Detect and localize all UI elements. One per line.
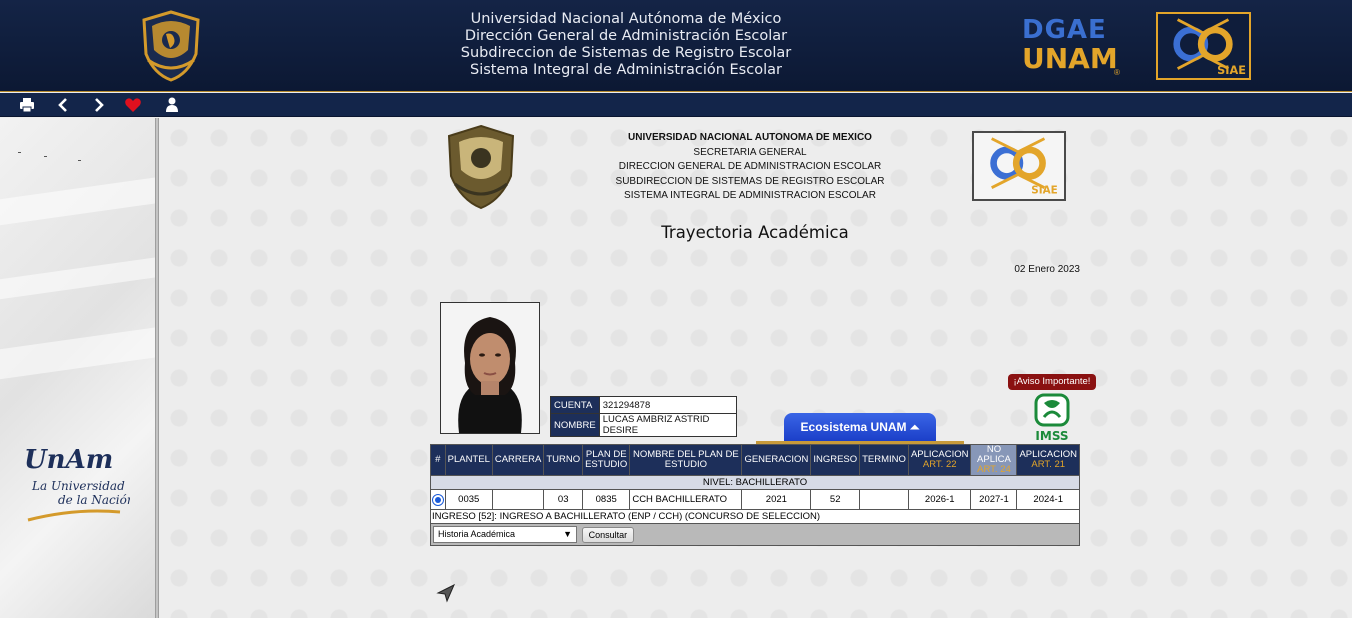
page-title: Trayectoria Académica <box>661 223 849 242</box>
student-id-table: CUENTA 321294878 NOMBRE LUCAS AMBRIZ AST… <box>550 396 737 437</box>
favorite-icon[interactable] <box>124 96 142 114</box>
cell-nombre-plan: CCH BACHILLERATO <box>629 489 743 510</box>
banner-line-1: Universidad Nacional Autónoma de México <box>470 11 782 27</box>
imss-logo-icon[interactable]: IMSS <box>1030 393 1074 443</box>
cell-plantel: 0035 <box>444 489 493 510</box>
consulta-select-value: Historia Académica <box>438 529 516 539</box>
col-art24-top: NO APLICA <box>977 444 1011 465</box>
trayectoria-table: # PLANTEL CARRERA TURNO PLAN DE ESTUDIO … <box>430 444 1080 546</box>
cell-carrera <box>491 489 545 510</box>
cell-ingreso: 52 <box>810 489 861 510</box>
cell-turno: 03 <box>543 489 584 510</box>
inst-line-1: UNIVERSIDAD NACIONAL AUTONOMA DE MEXICO <box>628 132 872 143</box>
cell-termino <box>859 489 909 510</box>
row-select-cell <box>430 489 446 510</box>
consultar-button[interactable]: Consultar <box>581 526 635 543</box>
cell-art24: 2027-1 <box>970 489 1018 510</box>
mouse-cursor-icon <box>436 583 456 603</box>
col-plan: PLAN DE ESTUDIO <box>582 444 631 476</box>
col-art21-bottom: ART. 21 <box>1031 459 1066 470</box>
slogan-line-2: La Universidad <box>31 479 125 493</box>
user-icon[interactable] <box>163 96 181 114</box>
row-radio[interactable] <box>431 493 444 506</box>
dgae-logo-line-2: UNAM <box>1022 42 1118 75</box>
cell-art21: 2024-1 <box>1016 489 1080 510</box>
col-num: # <box>430 444 446 476</box>
cell-art22: 2026-1 <box>907 489 972 510</box>
col-art21: APLICACION ART. 21 <box>1016 444 1080 476</box>
dgae-logo-line-1: DGAE <box>1022 15 1107 45</box>
action-cell: Historia Académica ▼ Consultar <box>430 523 1080 546</box>
col-generacion: GENERACION <box>741 444 812 476</box>
ingreso-note-row: INGRESO [52]: INGRESO A BACHILLERATO (EN… <box>430 509 1080 524</box>
siae-logo-label: SIAE <box>1217 64 1246 77</box>
ingreso-note: INGRESO [52]: INGRESO A BACHILLERATO (EN… <box>430 509 1080 524</box>
chevron-down-icon: ▼ <box>563 529 572 539</box>
institution-header: UNIVERSIDAD NACIONAL AUTONOMA DE MEXICO … <box>560 131 940 204</box>
siae-small-logo-icon: SIAE <box>972 131 1066 201</box>
cell-plan: 0835 <box>582 489 631 510</box>
consulta-select[interactable]: Historia Académica ▼ <box>433 526 577 543</box>
unam-shield-icon <box>447 124 515 210</box>
col-plan-line-2: ESTUDIO <box>585 459 628 470</box>
col-termino: TERMINO <box>859 444 909 476</box>
table-header-row: # PLANTEL CARRERA TURNO PLAN DE ESTUDIO … <box>430 444 1080 476</box>
report-date: 02 Enero 2023 <box>1014 264 1080 275</box>
forward-icon[interactable] <box>89 96 107 114</box>
nivel-row: NIVEL: BACHILLERATO <box>430 475 1080 490</box>
imss-label: IMSS <box>1035 429 1068 443</box>
cell-generacion: 2021 <box>741 489 812 510</box>
banner-line-4: Sistema Integral de Administración Escol… <box>470 62 782 78</box>
col-art22: APLICACION ART. 22 <box>907 444 972 476</box>
inst-line-3: DIRECCION GENERAL DE ADMINISTRACION ESCO… <box>618 161 882 172</box>
unam-slogan-logo: UnAm La Universidad de la Nación <box>24 445 130 522</box>
slogan-line-3: de la Nación <box>58 493 130 507</box>
ecosistema-unam-button[interactable]: Ecosistema UNAM ⏶ <box>784 413 936 441</box>
col-nombre-plan: NOMBRE DEL PLAN DE ESTUDIO <box>629 444 743 476</box>
col-art22-bottom: ART. 22 <box>922 459 957 470</box>
table-row: 0035 03 0835 CCH BACHILLERATO 2021 52 20… <box>430 489 1080 510</box>
banner-line-3: Subdireccion de Sistemas de Registro Esc… <box>460 45 792 61</box>
col-ingreso: INGRESO <box>810 444 861 476</box>
cuenta-label: CUENTA <box>550 396 600 414</box>
col-art24-bottom: ART. 24 <box>977 464 1011 475</box>
slogan-line-1: UnAm <box>24 445 113 475</box>
col-plantel: PLANTEL <box>444 444 493 476</box>
col-art24: NO APLICA ART. 24 <box>970 444 1018 476</box>
unam-seal-icon <box>142 10 200 82</box>
nivel-label: NIVEL: BACHILLERATO <box>430 475 1080 490</box>
toolbar <box>0 93 1352 117</box>
banner-line-2: Dirección General de Administración Esco… <box>464 28 788 44</box>
siae-logo-icon: SIAE <box>1156 12 1251 80</box>
siae-small-label: SIAE <box>1031 184 1057 196</box>
dgae-unam-logo: DGAE UNAM ® <box>1022 16 1124 80</box>
student-photo <box>440 302 540 434</box>
aviso-importante-button[interactable]: ¡Aviso Importante! <box>1008 374 1096 390</box>
action-row: Historia Académica ▼ Consultar <box>430 523 1080 546</box>
inst-line-2: SECRETARIA GENERAL <box>693 146 807 158</box>
col-turno: TURNO <box>543 444 584 476</box>
top-banner: Universidad Nacional Autónoma de México … <box>0 0 1352 92</box>
nombre-label: NOMBRE <box>550 413 600 437</box>
inst-line-4: SUBDIRECCION DE SISTEMAS DE REGISTRO ESC… <box>615 175 885 187</box>
cuenta-value: 321294878 <box>598 396 737 414</box>
nombre-value: LUCAS AMBRIZ ASTRID DESIRE <box>598 413 737 437</box>
banner-titles: Universidad Nacional Autónoma de México … <box>420 11 832 79</box>
print-icon[interactable] <box>18 96 36 114</box>
inst-line-5: SISTEMA INTEGRAL DE ADMINISTRACION ESCOL… <box>624 190 876 201</box>
left-panel: UnAm La Universidad de la Nación <box>0 118 155 618</box>
col-carrera: CARRERA <box>491 444 545 476</box>
back-icon[interactable] <box>55 96 73 114</box>
registered-mark: ® <box>1114 68 1120 77</box>
